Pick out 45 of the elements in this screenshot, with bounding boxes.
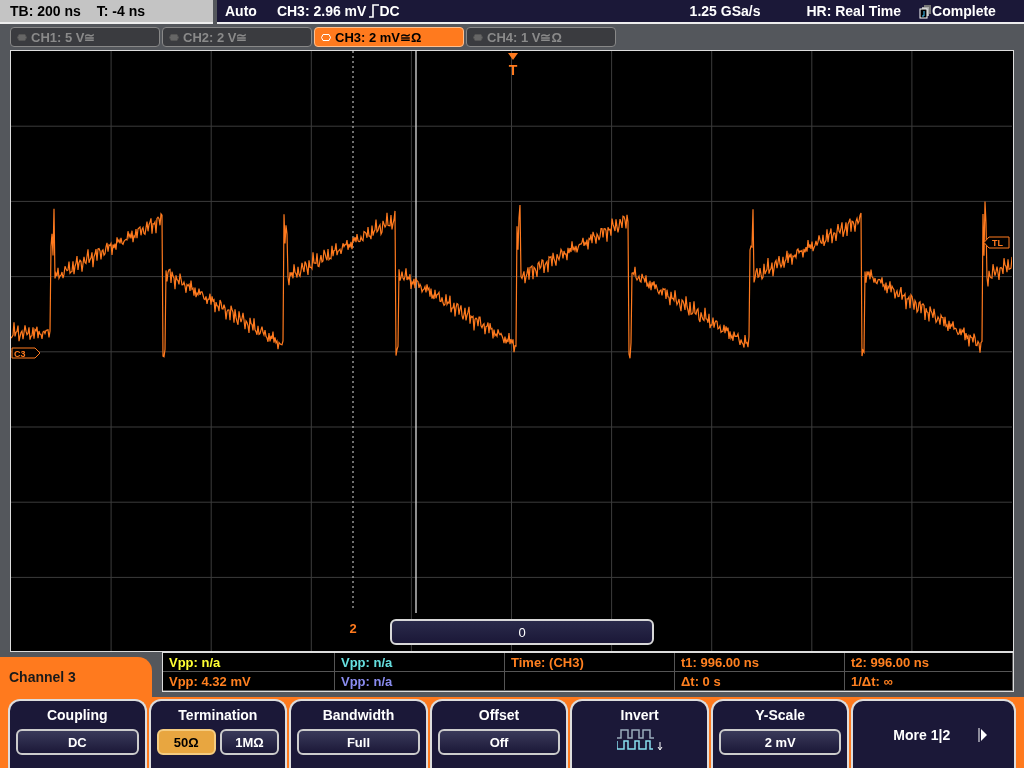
softkey-label: Offset bbox=[478, 707, 520, 723]
measurement-value: Vpp: n/a bbox=[341, 673, 393, 689]
trigger-coupling: DC bbox=[379, 3, 400, 19]
option-button[interactable]: 50Ω bbox=[156, 729, 216, 755]
trigger-time-label: T: -4 ns bbox=[96, 3, 146, 19]
rising-edge-icon bbox=[369, 4, 380, 18]
measurement-value: Vpp: n/a bbox=[341, 654, 393, 670]
measurement-value: Vpp: 4.32 mV bbox=[169, 673, 251, 689]
timebase-label: TB: 200 ns bbox=[10, 3, 81, 19]
value-button[interactable]: 2 mV bbox=[718, 729, 842, 755]
acquisition-mode: HR: Real Time bbox=[806, 3, 902, 19]
value-button[interactable]: Full bbox=[297, 729, 420, 755]
stacked-pages-icon bbox=[919, 3, 933, 19]
softkey[interactable]: Invert bbox=[570, 699, 709, 768]
square-wave-icon bbox=[616, 729, 663, 751]
channel-tab[interactable]: CH3: 2 mV≅Ω bbox=[314, 27, 464, 47]
softkey-label: Bandwidth bbox=[322, 707, 395, 723]
softkey-label: Y-Scale bbox=[755, 707, 806, 723]
scroll-position-bar[interactable]: 0 bbox=[390, 619, 654, 645]
measurement-value: 1/Δt: ∞ bbox=[851, 673, 893, 689]
softkey-label: Termination bbox=[178, 707, 258, 723]
cursor-label: 2 bbox=[349, 621, 357, 636]
channel-indicator-icon bbox=[473, 33, 483, 41]
trigger-level: CH3: 2.96 mV bbox=[276, 3, 367, 19]
channel-indicator-icon bbox=[169, 33, 179, 41]
more-button[interactable]: More 1|2 bbox=[851, 699, 1017, 768]
value-button[interactable]: Off bbox=[437, 729, 561, 755]
measurement-value: Time: (CH3) bbox=[511, 654, 584, 670]
softkey-label: Coupling bbox=[46, 707, 108, 723]
sample-rate: 1.25 GSa/s bbox=[689, 3, 761, 19]
value-button[interactable]: DC bbox=[16, 729, 139, 755]
menu-title: Channel 3 bbox=[0, 657, 152, 697]
trigger-level-marker[interactable]: TL bbox=[983, 236, 1010, 249]
measurement-value: Vpp: n/a bbox=[169, 654, 221, 670]
option-button[interactable]: 1MΩ bbox=[219, 729, 280, 755]
next-page-icon bbox=[978, 727, 989, 742]
trigger-mode: Auto bbox=[225, 3, 257, 19]
softkey-label: Invert bbox=[620, 707, 659, 723]
measurement-value: t2: 996.00 ns bbox=[851, 654, 930, 670]
measurement-value: t1: 996.00 ns bbox=[681, 654, 760, 670]
acquisition-status: Complete bbox=[932, 3, 996, 19]
channel-indicator-icon bbox=[17, 33, 27, 41]
measurement-value: Δt: 0 s bbox=[681, 673, 721, 689]
channel-marker[interactable]: C3 bbox=[11, 347, 41, 359]
channel-indicator-icon bbox=[321, 33, 331, 41]
